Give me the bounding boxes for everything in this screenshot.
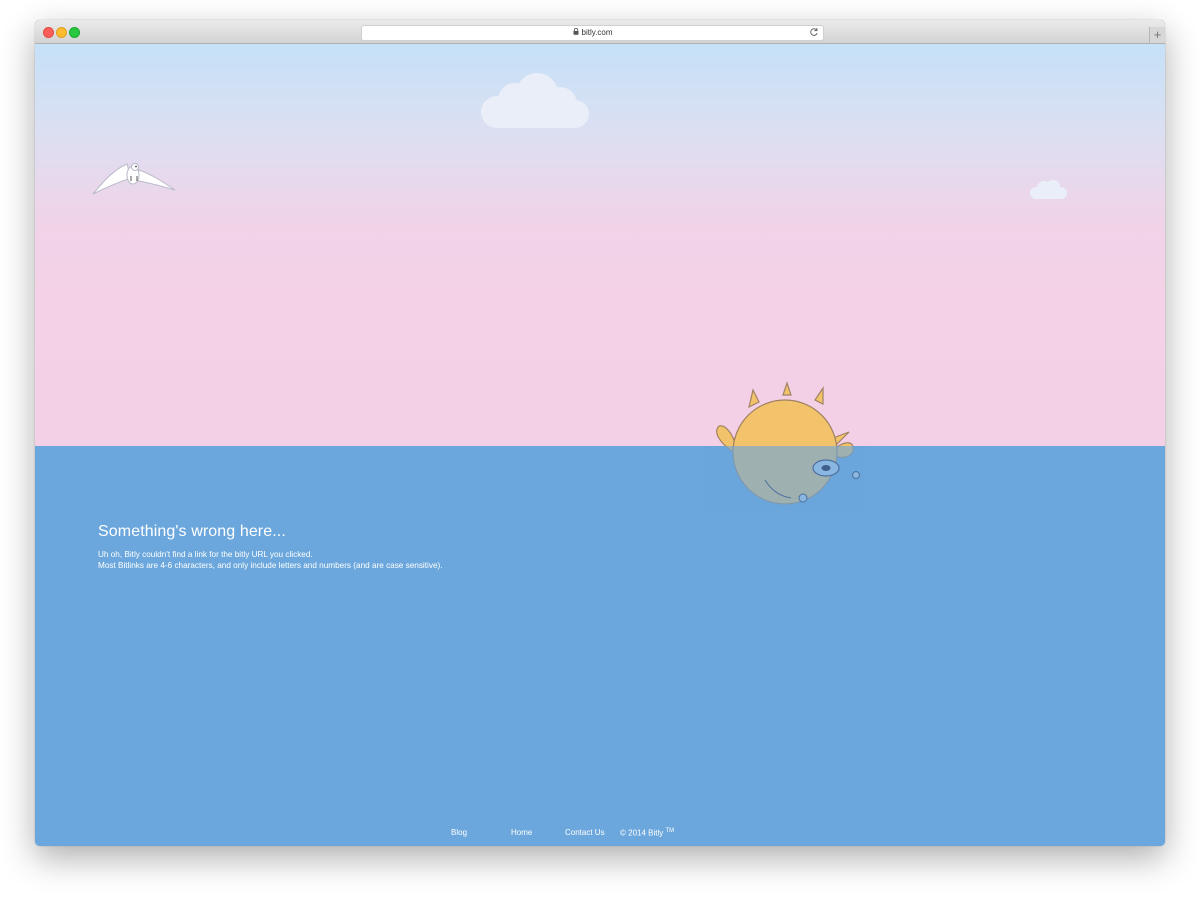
sea-background: [35, 446, 1165, 846]
cloud: [1030, 180, 1067, 199]
cloud: [481, 73, 589, 128]
zoom-window-button[interactable]: [69, 27, 80, 38]
close-window-button[interactable]: [43, 27, 54, 38]
pufferfish: [705, 381, 865, 510]
seagull: [92, 163, 176, 195]
error-message: Something's wrong here... Uh oh, Bitly c…: [98, 523, 443, 571]
lock-icon: [573, 26, 579, 40]
copyright-text: © 2014 Bitly: [620, 828, 664, 838]
trademark: TM: [665, 828, 675, 834]
copyright: © 2014 Bitly TM: [620, 828, 674, 838]
reload-icon[interactable]: [809, 27, 819, 42]
footer-link-blog[interactable]: Blog: [451, 828, 467, 837]
address-url: bitly.com: [581, 28, 613, 38]
error-heading: Something's wrong here...: [98, 523, 286, 540]
plus-icon[interactable]: +: [1149, 27, 1165, 43]
error-text-line2: Most Bitlinks are 4-6 characters, and on…: [98, 560, 443, 570]
sky-background: [35, 44, 1165, 446]
browser-window: bitly.com + Something's wrong here... Uh…: [35, 20, 1165, 846]
footer-link-contact-us[interactable]: Contact Us: [565, 828, 605, 837]
browser-titlebar: bitly.com +: [35, 20, 1165, 44]
footer-link-home[interactable]: Home: [511, 828, 532, 837]
error-text-line1: Uh oh, Bitly couldn't find a link for th…: [98, 550, 313, 559]
minimize-window-button[interactable]: [56, 27, 67, 38]
address-bar[interactable]: bitly.com: [361, 25, 824, 41]
